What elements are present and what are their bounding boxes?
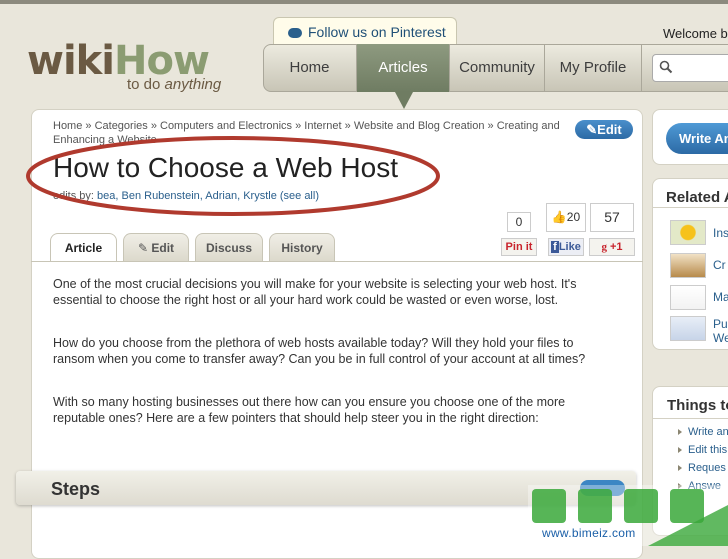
facebook-like-button[interactable]: f Like: [548, 238, 584, 256]
google-plus-count: 57: [590, 203, 634, 232]
write-article-button[interactable]: Write An: [666, 123, 728, 154]
edit-button[interactable]: ✎Edit: [575, 120, 633, 139]
top-border: [0, 0, 728, 4]
related-thumb-4[interactable]: [670, 316, 706, 341]
edit-button-label: Edit: [597, 122, 622, 137]
steps-heading: Steps: [51, 479, 101, 499]
facebook-icon: f: [551, 241, 559, 253]
search-icon: [659, 60, 673, 74]
watermark-url: www.bimeiz.com: [542, 526, 636, 540]
things-link-2[interactable]: Edit this: [688, 444, 727, 456]
welcome-text: Welcome b: [663, 26, 728, 41]
tab-edit-label: Edit: [151, 241, 175, 255]
things-divider: [652, 418, 728, 419]
bullet-arrow-icon: [678, 447, 682, 453]
nav-my-profile[interactable]: My Profile: [545, 44, 642, 92]
facebook-like-label: Like: [558, 241, 581, 253]
pencil-icon: ✎: [137, 241, 149, 255]
google-icon: g: [601, 241, 607, 253]
tab-article[interactable]: Article: [50, 233, 117, 262]
things-heading: Things to: [667, 397, 728, 414]
related-link-1[interactable]: Ins: [713, 226, 728, 240]
pin-it-button[interactable]: Pin it: [501, 238, 537, 256]
things-link-1[interactable]: Write an: [688, 426, 728, 438]
related-link-4[interactable]: Pu: [713, 317, 728, 331]
tagline-emphasis: anything: [164, 76, 222, 93]
things-link-3[interactable]: Reques: [688, 462, 726, 474]
logo-wiki: wiki: [27, 38, 115, 84]
nav-articles[interactable]: Articles: [357, 44, 450, 92]
tagline-prefix: to do: [127, 76, 165, 93]
pin-it-label: Pin it: [505, 241, 533, 253]
related-divider: [652, 207, 728, 208]
thumbs-up-icon: 👍: [551, 210, 567, 224]
bullet-arrow-icon: [678, 465, 682, 471]
pinterest-label: Follow us on Pinterest: [308, 24, 446, 40]
nav-community[interactable]: Community: [450, 44, 545, 92]
intro-paragraph-1: One of the most crucial decisions you wi…: [53, 277, 577, 307]
speech-bubble-icon: [288, 28, 302, 38]
related-link-2[interactable]: Cr: [713, 258, 726, 272]
tab-divider: [31, 261, 643, 262]
highlight-ellipse: [26, 136, 440, 216]
pencil-icon: ✎: [586, 122, 598, 137]
tab-edit[interactable]: ✎ Edit: [123, 233, 189, 261]
active-nav-pointer: [395, 92, 413, 109]
google-plus-button[interactable]: g +1: [589, 238, 635, 256]
facebook-like-count: 👍20: [546, 203, 586, 232]
tab-history[interactable]: History: [269, 233, 335, 261]
facebook-count-value: 20: [566, 210, 581, 224]
related-thumb-3[interactable]: [670, 285, 706, 310]
tab-discuss[interactable]: Discuss: [195, 233, 263, 261]
pinterest-count: 0: [507, 212, 531, 232]
related-link-5[interactable]: We: [713, 331, 728, 345]
related-thumb-sunflower[interactable]: [670, 220, 706, 245]
nav-home[interactable]: Home: [263, 44, 357, 92]
google-plus-label: +1: [610, 241, 623, 253]
bullet-arrow-icon: [678, 429, 682, 435]
related-thumb-2[interactable]: [670, 253, 706, 278]
related-link-3[interactable]: Ma: [713, 290, 728, 304]
intro-paragraph-2: How do you choose from the plethora of w…: [53, 336, 586, 366]
follow-pinterest-tab[interactable]: Follow us on Pinterest: [273, 17, 457, 45]
logo-tagline: to do anything: [127, 76, 221, 93]
search-input[interactable]: [652, 54, 728, 82]
intro-paragraph-3: With so many hosting businesses out ther…: [53, 395, 566, 425]
related-heading: Related A: [666, 189, 728, 206]
